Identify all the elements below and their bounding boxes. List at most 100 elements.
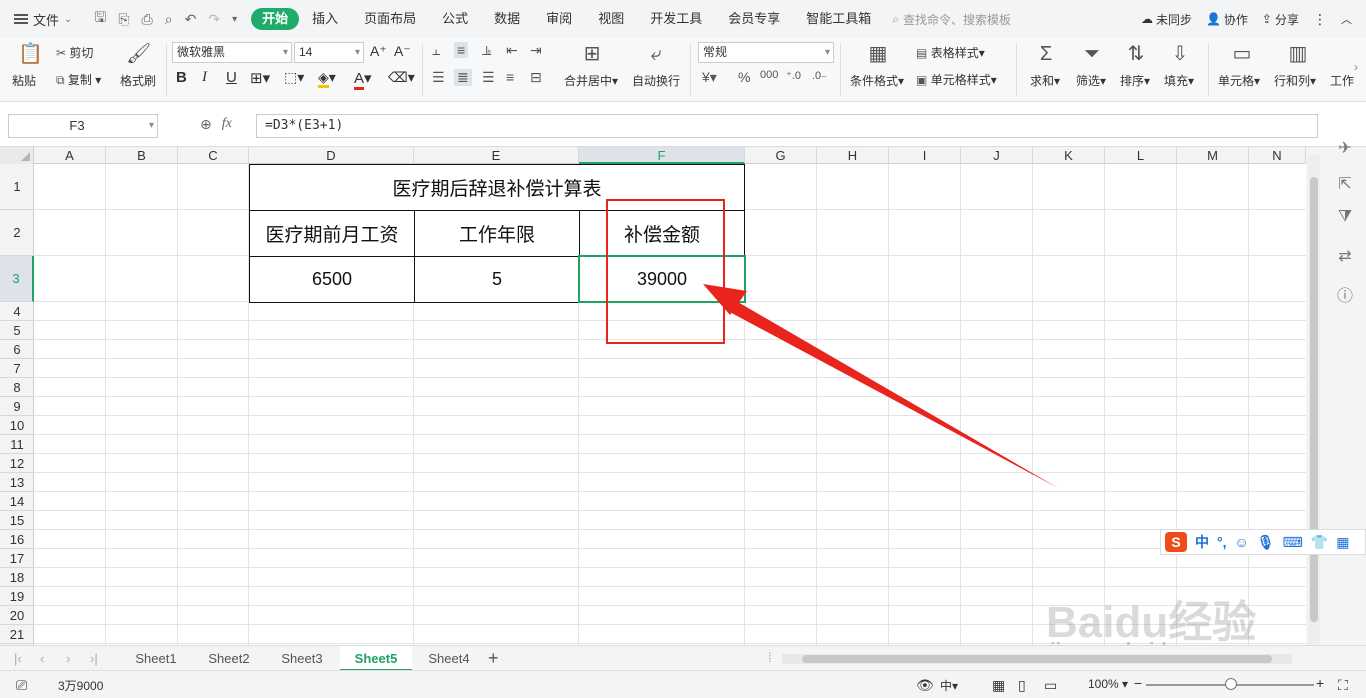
macro-record-icon[interactable]: ⎚: [16, 677, 27, 694]
column-header-I[interactable]: I: [889, 147, 961, 164]
row-header-11[interactable]: 11: [0, 435, 34, 454]
eye-protection-icon[interactable]: 👁: [916, 677, 934, 694]
tab-0[interactable]: 开始: [251, 8, 300, 30]
sync-status[interactable]: ☁ 未同步: [1141, 11, 1192, 28]
sort-button[interactable]: 排序▾: [1120, 72, 1150, 89]
filter-button[interactable]: 筛选▾: [1076, 72, 1106, 89]
fill-icon[interactable]: ⇩: [1168, 42, 1192, 66]
column-header-G[interactable]: G: [745, 147, 817, 164]
header-cell-salary[interactable]: 医疗期前月工资: [249, 210, 415, 257]
vertical-scroll-thumb[interactable]: [1310, 177, 1318, 622]
tab-1[interactable]: 插入: [299, 8, 351, 30]
wrap-text-icon[interactable]: ⤶: [644, 42, 668, 66]
add-sheet-icon[interactable]: +: [488, 648, 499, 669]
collapse-ribbon-icon[interactable]: ︿: [1341, 11, 1352, 27]
sheet-tab-sheet5[interactable]: Sheet5: [340, 646, 412, 671]
cell-style-button[interactable]: ▣ 单元格样式▾: [916, 71, 997, 88]
row-header-15[interactable]: 15: [0, 511, 34, 530]
export-icon[interactable]: ⎘: [118, 11, 129, 28]
select-all-corner[interactable]: [0, 147, 34, 164]
tab-7[interactable]: 开发工具: [637, 8, 715, 30]
undo-icon[interactable]: ↶: [185, 11, 197, 28]
row-header-18[interactable]: 18: [0, 568, 34, 587]
clear-format-icon[interactable]: ⌫▾: [388, 69, 415, 86]
pin-icon[interactable]: ✈: [1336, 138, 1354, 158]
sort-icon[interactable]: ⇅: [1124, 42, 1148, 66]
column-header-L[interactable]: L: [1105, 147, 1177, 164]
distribute-icon[interactable]: ⊟: [530, 69, 542, 86]
align-middle-icon[interactable]: ≡: [454, 42, 469, 58]
row-header-4[interactable]: 4: [0, 302, 34, 321]
merge-center-icon[interactable]: ⊞: [580, 42, 604, 66]
justify-icon[interactable]: ≡: [506, 69, 514, 85]
format-painter-icon[interactable]: 🖌: [126, 42, 151, 66]
share-button[interactable]: ⇪ 分享: [1262, 11, 1299, 28]
ime-toolbar[interactable]: S 中 °, ☺ 🎙 ⌨ 👕 ▦: [1160, 529, 1366, 555]
merge-center-button[interactable]: 合并居中▾: [564, 72, 618, 89]
fill-color-icon[interactable]: ◈▾: [318, 69, 336, 88]
row-header-3[interactable]: 3: [0, 256, 34, 302]
horizontal-scrollbar[interactable]: [782, 654, 1292, 664]
keyboard-icon[interactable]: ⌨: [1283, 534, 1303, 551]
wrap-text-button[interactable]: 自动换行: [632, 72, 680, 89]
italic-icon[interactable]: I: [202, 69, 207, 86]
paste-button[interactable]: 粘贴: [12, 72, 36, 89]
value-cell-compensation[interactable]: 39000: [579, 256, 745, 303]
tab-6[interactable]: 视图: [585, 8, 637, 30]
value-cell-salary[interactable]: 6500: [249, 256, 415, 303]
row-header-6[interactable]: 6: [0, 340, 34, 359]
row-header-5[interactable]: 5: [0, 321, 34, 340]
ime-status-icon[interactable]: 中▾: [940, 677, 958, 694]
column-header-B[interactable]: B: [106, 147, 178, 164]
ribbon-scroll-right-icon[interactable]: ›: [1354, 60, 1358, 74]
settings-slider-icon[interactable]: ⧩: [1336, 208, 1354, 226]
column-header-F[interactable]: F: [579, 147, 745, 164]
row-header-20[interactable]: 20: [0, 606, 34, 625]
cut-button[interactable]: ✂ 剪切: [56, 44, 93, 61]
last-sheet-icon[interactable]: ›|: [90, 651, 98, 666]
row-header-17[interactable]: 17: [0, 549, 34, 568]
font-size-select[interactable]: 14: [294, 42, 364, 63]
underline-icon[interactable]: U: [226, 69, 237, 86]
spreadsheet-grid[interactable]: ABCDEFGHIJKLMN 1 2 3 4 5 6 7 8 9 10 11 12 13 14 15 16 17…: [0, 147, 1306, 645]
cell-button[interactable]: 单元格▾: [1218, 72, 1260, 89]
row-header-8[interactable]: 8: [0, 378, 34, 397]
decrease-decimal-icon[interactable]: .0₋: [812, 69, 827, 82]
row-header-21[interactable]: 21: [0, 625, 34, 644]
currency-icon[interactable]: ¥▾: [702, 69, 717, 86]
row-header-10[interactable]: 10: [0, 416, 34, 435]
fullscreen-icon[interactable]: ⛶: [1338, 677, 1348, 694]
zoom-slider-knob[interactable]: [1225, 678, 1237, 690]
format-painter-button[interactable]: 格式刷: [120, 72, 156, 89]
row-header-12[interactable]: 12: [0, 454, 34, 473]
page-layout-view-icon[interactable]: ▯: [1018, 677, 1026, 694]
table-style-button[interactable]: ▤ 表格样式▾: [916, 44, 985, 61]
copy-button[interactable]: ⧉ 复制 ▾: [56, 71, 101, 88]
bold-icon[interactable]: B: [176, 69, 187, 86]
cell-icon[interactable]: ▭: [1230, 42, 1254, 66]
tab-9[interactable]: 智能工具箱: [793, 8, 884, 30]
conditional-format-button[interactable]: 条件格式▾: [850, 72, 904, 89]
tab-3[interactable]: 公式: [429, 8, 481, 30]
align-right-icon[interactable]: ☰: [482, 69, 495, 86]
command-search[interactable]: ⌕ 查找命令、搜索模板: [892, 11, 1011, 28]
horizontal-scroll-thumb[interactable]: [802, 655, 1272, 663]
print-icon[interactable]: ⎙: [142, 11, 153, 28]
column-header-C[interactable]: C: [178, 147, 249, 164]
decrease-font-icon[interactable]: A⁻: [394, 43, 411, 60]
font-name-select[interactable]: 微软雅黑: [172, 42, 292, 63]
increase-indent-icon[interactable]: ⇥: [530, 42, 542, 59]
more-icon[interactable]: ▾: [232, 14, 237, 25]
file-menu[interactable]: 文件 ⌄: [14, 10, 72, 29]
align-bottom-icon[interactable]: ⫡: [482, 42, 491, 59]
row-header-14[interactable]: 14: [0, 492, 34, 511]
column-header-N[interactable]: N: [1249, 147, 1306, 164]
rows-cols-button[interactable]: 行和列▾: [1274, 72, 1316, 89]
tab-2[interactable]: 页面布局: [351, 8, 429, 30]
row-header-2[interactable]: 2: [0, 210, 34, 256]
fx-icon[interactable]: fx: [222, 116, 232, 133]
header-cell-years[interactable]: 工作年限: [414, 210, 580, 257]
prev-sheet-icon[interactable]: ‹: [40, 651, 44, 666]
sheet-tab-sheet2[interactable]: Sheet2: [193, 646, 265, 671]
redo-icon[interactable]: ↷: [208, 11, 220, 28]
